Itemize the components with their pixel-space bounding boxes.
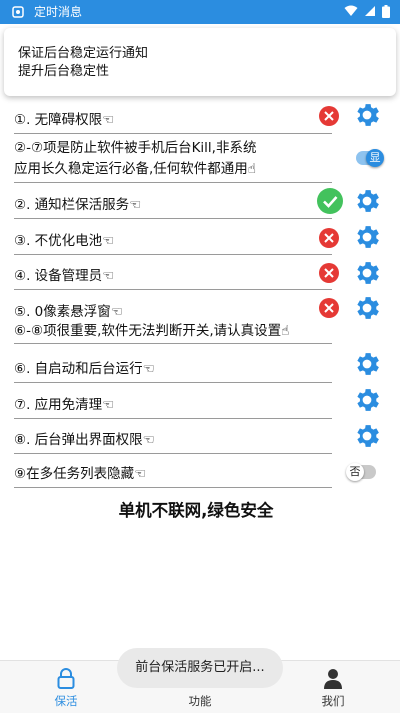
slogan: 单机不联网,绿色安全 [118, 501, 274, 520]
nav-label: 我们 [321, 694, 345, 708]
system-icons [344, 5, 390, 18]
app-notification-icon [12, 6, 24, 18]
gear-icon[interactable] [352, 258, 382, 288]
user-icon [324, 669, 342, 689]
gear-icon[interactable] [352, 349, 382, 379]
status-title: 定时消息 [34, 5, 83, 19]
row-label: ②-⑦项是防止软件被手机后台Kill,非系统 [14, 140, 257, 156]
row-autostart[interactable]: ⑥. 自启动和后台运行☜ [14, 356, 388, 386]
gear-icon[interactable] [352, 186, 382, 216]
gear-icon[interactable] [352, 421, 382, 451]
row-divider [14, 487, 332, 488]
row-label-line2: 应用长久稳定运行必备,任何软件都通用☝ [14, 161, 257, 177]
error-icon [319, 298, 339, 318]
lock-icon [57, 668, 75, 689]
row-label: ①. 无障碍权限☜ [14, 112, 115, 128]
row-divider [14, 453, 332, 454]
row-divider [14, 254, 332, 255]
row-label: ⑦. 应用免清理☜ [14, 397, 115, 413]
nav-label: 功能 [188, 694, 212, 708]
row-divider [14, 133, 332, 134]
hide-recents-toggle[interactable]: 否 [346, 463, 376, 481]
row-label: ⑥. 自启动和后台运行☜ [14, 361, 155, 377]
gear-icon[interactable] [352, 100, 382, 130]
nav-label: 保活 [54, 694, 78, 708]
nav-tab-about[interactable]: 我们 [293, 661, 373, 713]
nav-tab-keepalive[interactable]: 保活 [26, 661, 106, 713]
row-info-keepalive: ②-⑦项是防止软件被手机后台Kill,非系统 应用长久稳定运行必备,任何软件都通… [14, 136, 388, 186]
toggle-knob: 显 [366, 149, 384, 167]
toast-message: 前台保活服务已开启... [117, 648, 283, 688]
row-divider [14, 289, 332, 290]
battery-icon [382, 5, 390, 18]
check-icon [317, 188, 343, 214]
error-icon [319, 263, 339, 283]
notification-title: 保证后台稳定运行通知 [18, 46, 149, 61]
notification-body: 提升后台稳定性 [18, 64, 110, 79]
row-label: ④. 设备管理员☜ [14, 268, 115, 284]
show-toggle[interactable]: 显 [356, 149, 384, 167]
row-divider [14, 418, 332, 419]
signal-icon [365, 6, 375, 16]
row-label: ②. 通知栏保活服务☜ [14, 197, 142, 213]
row-label: ⑧. 后台弹出界面权限☜ [14, 432, 155, 448]
toggle-knob: 否 [346, 463, 364, 481]
row-divider [14, 343, 332, 344]
wifi-icon [344, 5, 358, 16]
gear-icon[interactable] [352, 222, 382, 252]
row-label: ⑨在多任务列表隐藏☜ [14, 466, 147, 482]
error-icon [319, 106, 339, 126]
row-label: ③. 不优化电池☜ [14, 233, 115, 249]
row-divider [14, 382, 332, 383]
status-bar: 定时消息 [0, 0, 400, 24]
gear-icon[interactable] [352, 385, 382, 415]
notification-card[interactable]: 保证后台稳定运行通知 提升后台稳定性 [4, 28, 396, 96]
error-icon [319, 228, 339, 248]
row-label-line2: ⑥-⑧项很重要,软件无法判断开关,请认真设置☝ [14, 323, 290, 339]
row-divider [14, 182, 332, 183]
row-no-clean[interactable]: ⑦. 应用免清理☜ [14, 392, 388, 422]
row-background-popup[interactable]: ⑧. 后台弹出界面权限☜ [14, 427, 388, 457]
row-divider [14, 218, 332, 219]
gear-icon[interactable] [352, 293, 382, 323]
row-hide-recents[interactable]: ⑨在多任务列表隐藏☜ [14, 462, 388, 492]
